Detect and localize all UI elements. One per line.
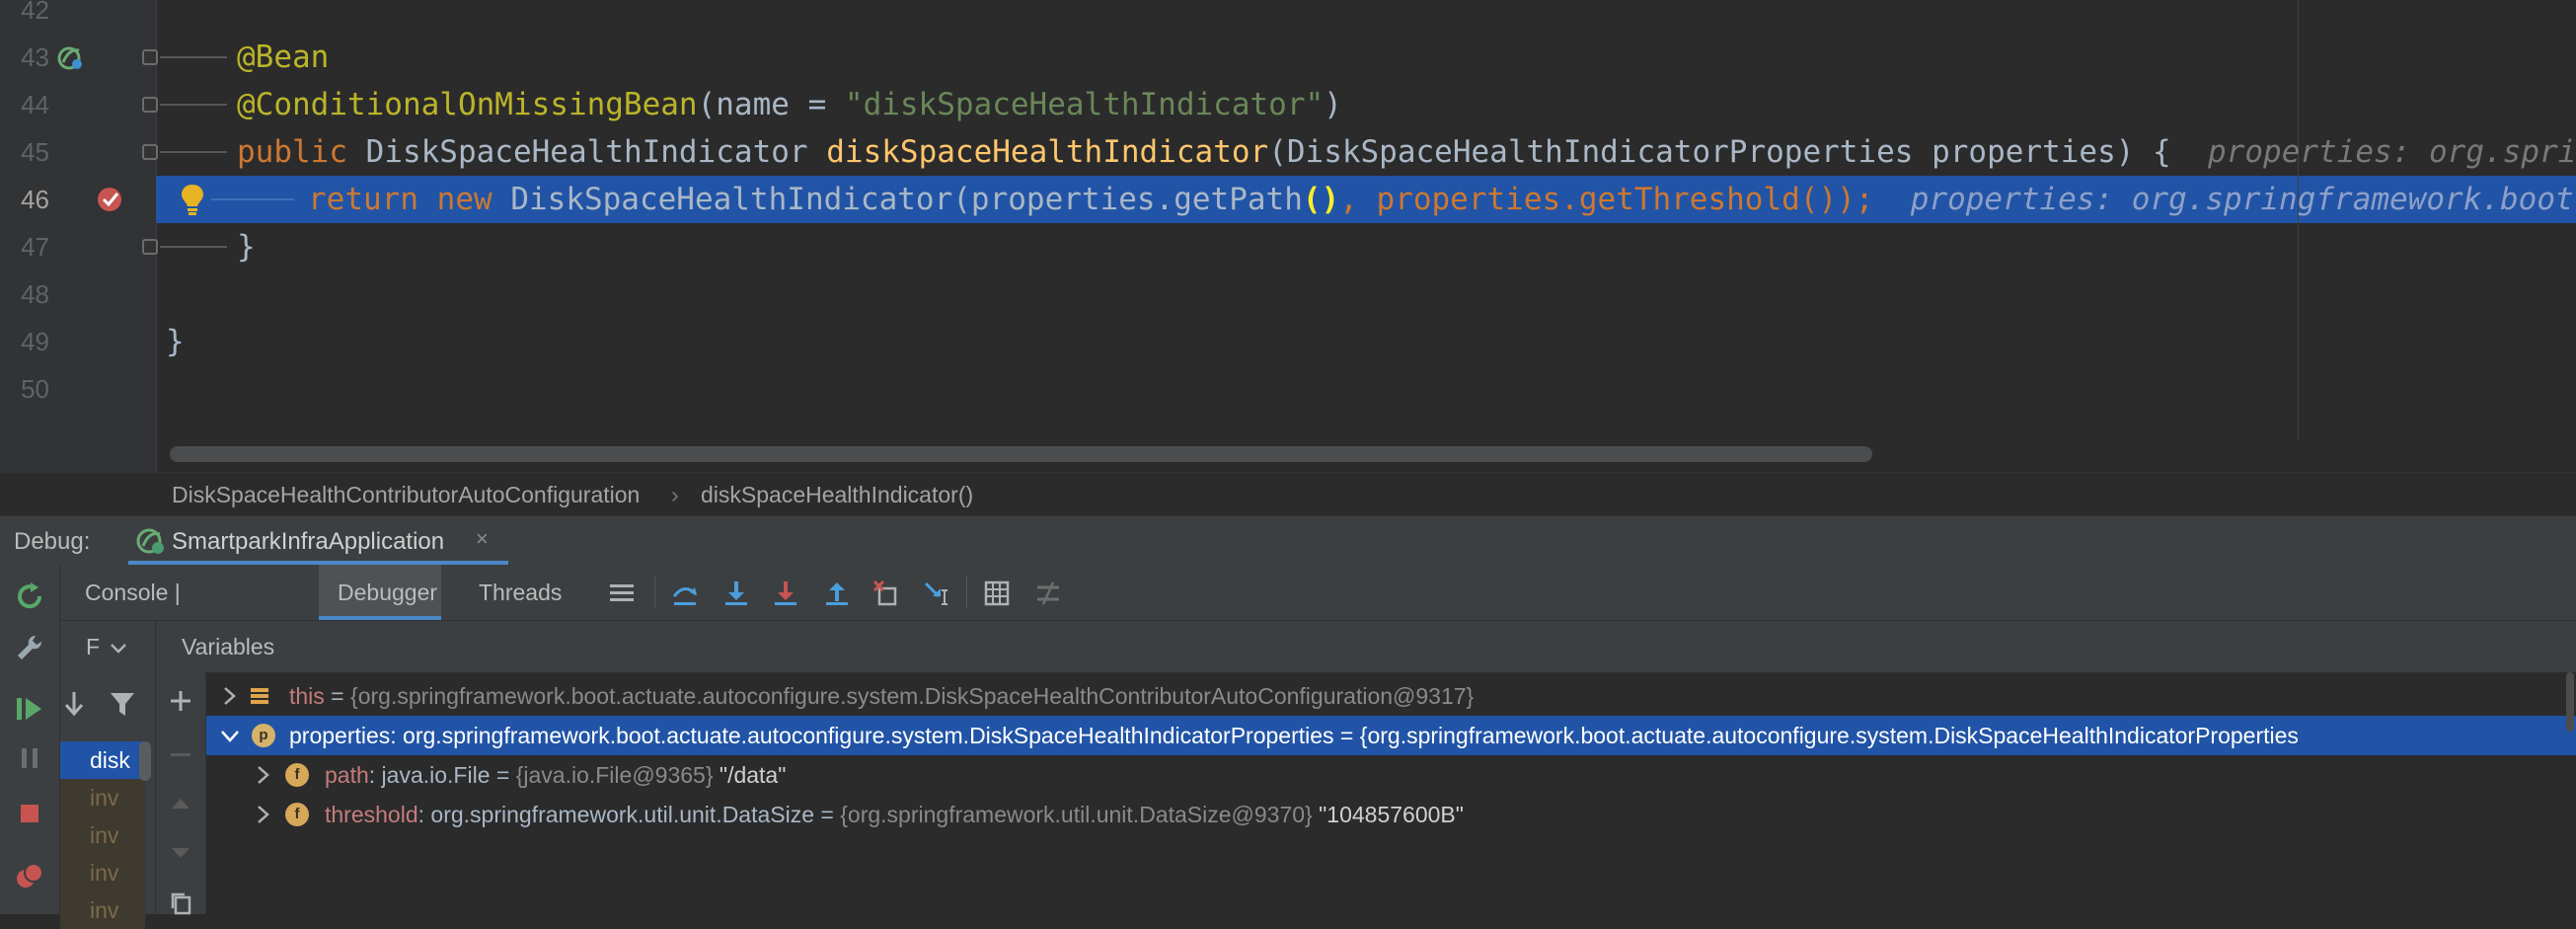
force-step-into-icon[interactable] bbox=[771, 579, 800, 608]
field-icon: f bbox=[285, 763, 309, 787]
indent-guide bbox=[160, 151, 227, 153]
pause-icon[interactable] bbox=[14, 742, 45, 774]
layout-menu-icon[interactable] bbox=[607, 579, 637, 608]
thread-selector-label: F bbox=[86, 634, 101, 659]
inline-debug-hint: properties: org.springframework.boot.act… bbox=[1910, 182, 2576, 217]
indent-guide bbox=[160, 104, 227, 106]
line-number: 45 bbox=[21, 137, 49, 167]
chevron-down-icon[interactable] bbox=[218, 716, 242, 755]
breadcrumb-method[interactable]: diskSpaceHealthIndicator() bbox=[701, 482, 973, 508]
code-line-49[interactable]: } bbox=[166, 318, 185, 365]
move-down-icon[interactable] bbox=[170, 844, 191, 862]
variables-tree[interactable]: this = {org.springframework.boot.actuate… bbox=[206, 672, 2576, 914]
line-number: 49 bbox=[21, 327, 49, 356]
parameter-icon: p bbox=[252, 724, 275, 747]
session-tab[interactable]: SmartparkInfraApplication × bbox=[128, 516, 508, 566]
trace-icon[interactable] bbox=[1033, 579, 1063, 608]
line-number: 46 bbox=[21, 185, 49, 214]
remove-watch-icon[interactable] bbox=[171, 753, 190, 756]
chevron-right-icon[interactable] bbox=[252, 755, 275, 795]
code-line-45[interactable]: public DiskSpaceHealthIndicator diskSpac… bbox=[237, 128, 2576, 176]
chevron-right-icon[interactable] bbox=[252, 795, 275, 834]
spring-bean-icon[interactable] bbox=[55, 42, 85, 72]
breakpoint-icon[interactable] bbox=[95, 185, 124, 214]
frame-item[interactable]: inv bbox=[60, 854, 145, 891]
drop-frame-icon[interactable] bbox=[871, 579, 901, 608]
code-line-43[interactable]: @Bean bbox=[237, 34, 329, 81]
debug-left-toolbar bbox=[0, 565, 60, 914]
line-number: 44 bbox=[21, 90, 49, 119]
resume-icon[interactable] bbox=[14, 693, 45, 725]
move-up-icon[interactable] bbox=[170, 795, 191, 813]
wrench-icon[interactable] bbox=[14, 632, 45, 663]
variable-row-threshold[interactable]: f threshold: org.springframework.util.un… bbox=[206, 795, 2576, 834]
variable-row-this[interactable]: this = {org.springframework.boot.actuate… bbox=[206, 676, 2576, 716]
debugger-tab-bar: Console | Endpoints Debugger Threads bbox=[60, 565, 2576, 660]
thread-selector[interactable]: F bbox=[60, 621, 155, 672]
line-number: 42 bbox=[21, 0, 49, 25]
editor-gutter[interactable]: 42 43 44 45 46 47 48 49 50 bbox=[0, 0, 158, 472]
fold-marker[interactable] bbox=[142, 49, 158, 65]
frame-item[interactable]: inv bbox=[60, 816, 145, 854]
line-number: 50 bbox=[21, 374, 49, 404]
frame-item[interactable]: inv bbox=[60, 891, 145, 929]
line-number: 43 bbox=[21, 42, 49, 72]
indent-guide bbox=[160, 56, 227, 58]
fold-marker[interactable] bbox=[142, 239, 158, 255]
debug-tool-window-header: Debug: SmartparkInfraApplication × bbox=[0, 515, 2576, 566]
breadcrumb-separator: › bbox=[671, 482, 679, 507]
inline-debug-hint: properties: org.springfra bbox=[2208, 134, 2576, 170]
chevron-right-icon[interactable] bbox=[218, 676, 242, 716]
step-into-icon[interactable] bbox=[721, 579, 751, 608]
variables-title: Variables bbox=[182, 634, 275, 659]
filter-icon[interactable] bbox=[109, 689, 136, 719]
toolbar-separator bbox=[654, 577, 655, 608]
indent-guide bbox=[211, 198, 294, 200]
tab-debugger[interactable]: Debugger bbox=[319, 565, 441, 620]
toolbar-separator bbox=[966, 577, 967, 608]
code-line-44[interactable]: @ConditionalOnMissingBean(name = "diskSp… bbox=[237, 81, 1342, 128]
session-name: SmartparkInfraApplication bbox=[172, 528, 445, 555]
indent-guide bbox=[160, 246, 227, 248]
variables-side-toolbar bbox=[156, 672, 206, 915]
line-number: 47 bbox=[21, 232, 49, 262]
frames-panel: F disk inv inv inv inv bbox=[60, 621, 156, 929]
breadcrumb: DiskSpaceHealthContributorAutoConfigurat… bbox=[0, 472, 2576, 516]
arrow-down-icon[interactable] bbox=[61, 689, 87, 719]
tab-threads[interactable]: Threads bbox=[465, 565, 583, 620]
rerun-icon[interactable] bbox=[14, 581, 45, 612]
tab-console[interactable]: Console | Endpoints bbox=[60, 565, 258, 660]
view-breakpoints-icon[interactable] bbox=[14, 861, 45, 892]
close-icon[interactable]: × bbox=[476, 526, 489, 552]
variable-row-path[interactable]: f path: java.io.File = {java.io.File@936… bbox=[206, 755, 2576, 795]
line-number: 48 bbox=[21, 279, 49, 309]
code-line-47[interactable]: } bbox=[237, 223, 256, 271]
variables-header: Variables bbox=[156, 621, 2576, 673]
step-out-icon[interactable] bbox=[822, 579, 852, 608]
add-watch-icon[interactable] bbox=[168, 688, 193, 714]
spring-boot-app-icon bbox=[136, 528, 164, 554]
frame-item[interactable]: inv bbox=[60, 779, 145, 816]
frames-scrollbar[interactable] bbox=[139, 741, 151, 781]
code-editor[interactable]: 42 43 44 45 46 47 48 49 50 @Bean @Condit… bbox=[0, 0, 2576, 472]
step-over-icon[interactable] bbox=[670, 579, 700, 608]
chevron-down-icon bbox=[111, 644, 126, 654]
horizontal-scrollbar[interactable] bbox=[170, 446, 1872, 462]
stop-icon[interactable] bbox=[14, 798, 45, 829]
fold-marker[interactable] bbox=[142, 144, 158, 160]
lightbulb-icon[interactable] bbox=[178, 182, 207, 217]
debug-label: Debug: bbox=[14, 528, 91, 555]
evaluate-expression-icon[interactable] bbox=[982, 579, 1012, 608]
breadcrumb-class[interactable]: DiskSpaceHealthContributorAutoConfigurat… bbox=[172, 482, 640, 508]
code-line-46[interactable]: return new DiskSpaceHealthIndicator(prop… bbox=[308, 176, 2576, 223]
frame-item[interactable]: disk bbox=[60, 741, 145, 779]
variable-row-properties[interactable]: p properties: org.springframework.boot.a… bbox=[206, 716, 2576, 755]
object-icon bbox=[251, 688, 268, 704]
run-to-cursor-icon[interactable] bbox=[923, 579, 952, 608]
duplicate-watch-icon[interactable] bbox=[170, 891, 193, 915]
field-icon: f bbox=[285, 803, 309, 826]
fold-marker[interactable] bbox=[142, 97, 158, 113]
variables-scrollbar[interactable] bbox=[2566, 672, 2574, 732]
